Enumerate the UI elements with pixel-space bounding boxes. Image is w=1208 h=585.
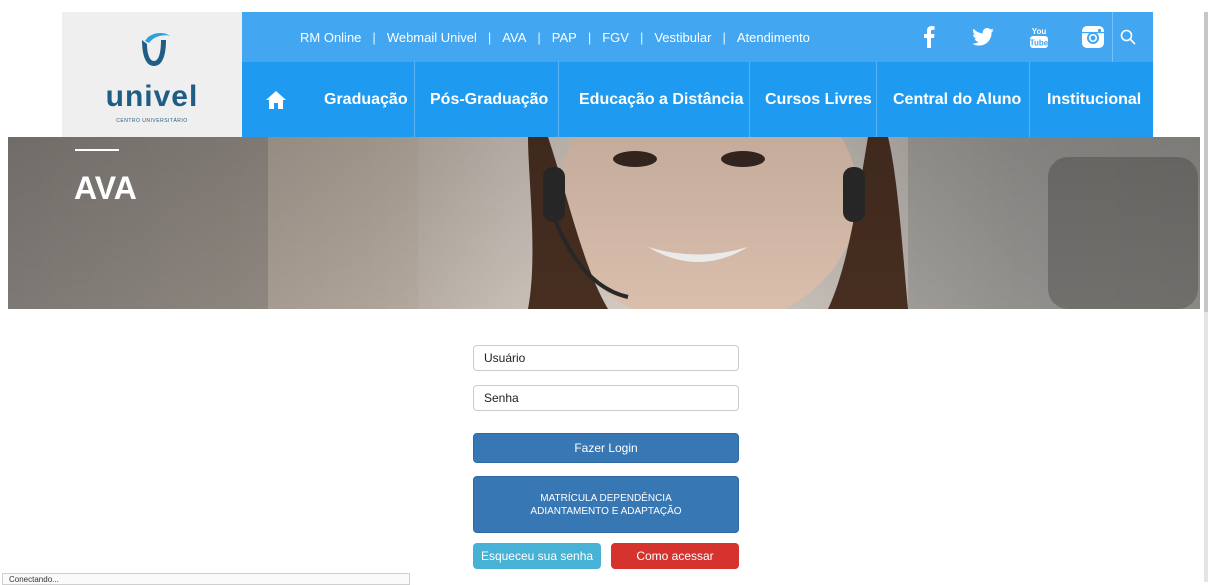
svg-text:Tube: Tube	[1030, 39, 1049, 48]
top-links: RM Online | Webmail Univel | AVA | PAP |…	[242, 12, 810, 62]
nav-divider	[749, 62, 750, 137]
separator: |	[372, 29, 376, 45]
nav-educacao-distancia[interactable]: Educação a Distância	[579, 62, 744, 137]
logo-name: univel	[105, 80, 199, 113]
top-link-webmail[interactable]: Webmail Univel	[387, 30, 477, 45]
main-nav: Graduação Pós-Graduação Educação a Distâ…	[242, 62, 1153, 137]
youtube-icon[interactable]: You Tube	[1024, 12, 1054, 62]
top-link-pap[interactable]: PAP	[552, 30, 577, 45]
nav-central-aluno[interactable]: Central do Aluno	[893, 62, 1021, 137]
home-icon[interactable]	[266, 62, 286, 137]
nav-graduacao[interactable]: Graduação	[324, 62, 408, 137]
separator: |	[487, 29, 492, 45]
top-link-atendimento[interactable]: Atendimento	[737, 30, 810, 45]
separator: |	[639, 29, 644, 45]
login-button[interactable]: Fazer Login	[473, 433, 739, 463]
top-link-fgv[interactable]: FGV	[602, 30, 629, 45]
matricula-line-2: ADIANTAMENTO E ADAPTAÇÃO	[530, 505, 682, 517]
top-link-ava[interactable]: AVA	[502, 30, 526, 45]
nav-pos-graduacao[interactable]: Pós-Graduação	[430, 62, 548, 137]
instagram-icon[interactable]	[1076, 12, 1110, 62]
separator: |	[722, 29, 726, 45]
forgot-password-button[interactable]: Esqueceu sua senha	[473, 543, 601, 569]
top-link-rm-online[interactable]: RM Online	[300, 30, 361, 45]
hero-overlay	[8, 137, 1200, 309]
scrollbar-thumb[interactable]	[1204, 12, 1208, 312]
page-title: AVA	[74, 170, 137, 206]
how-to-access-button[interactable]: Como acessar	[611, 543, 739, 569]
separator: |	[587, 29, 592, 45]
username-input[interactable]	[473, 345, 739, 371]
separator: |	[537, 29, 541, 45]
matricula-line-1: MATRÍCULA DEPENDÊNCIA	[540, 492, 672, 504]
search-icon[interactable]	[1112, 12, 1143, 62]
twitter-icon[interactable]	[966, 12, 1000, 62]
nav-cursos-livres[interactable]: Cursos Livres	[765, 62, 872, 137]
nav-divider	[876, 62, 877, 137]
nav-divider	[558, 62, 559, 137]
logo-subtitle: CENTRO UNIVERSITÁRIO	[116, 118, 188, 124]
top-bar: RM Online | Webmail Univel | AVA | PAP |…	[242, 12, 1153, 62]
nav-institucional[interactable]: Institucional	[1047, 62, 1141, 137]
nav-divider	[414, 62, 415, 137]
top-link-vestibular[interactable]: Vestibular	[654, 30, 711, 45]
hero-title-rule	[75, 149, 119, 151]
nav-divider	[1029, 62, 1030, 137]
status-bar: Conectando...	[2, 573, 410, 585]
univel-logo-icon	[142, 33, 170, 66]
facebook-icon[interactable]	[914, 12, 944, 62]
password-input[interactable]	[473, 385, 739, 411]
matricula-button[interactable]: MATRÍCULA DEPENDÊNCIA ADIANTAMENTO E ADA…	[473, 476, 739, 533]
logo[interactable]: univel CENTRO UNIVERSITÁRIO	[62, 12, 242, 137]
hero-banner: AVA	[8, 137, 1200, 309]
svg-text:You: You	[1032, 27, 1047, 36]
